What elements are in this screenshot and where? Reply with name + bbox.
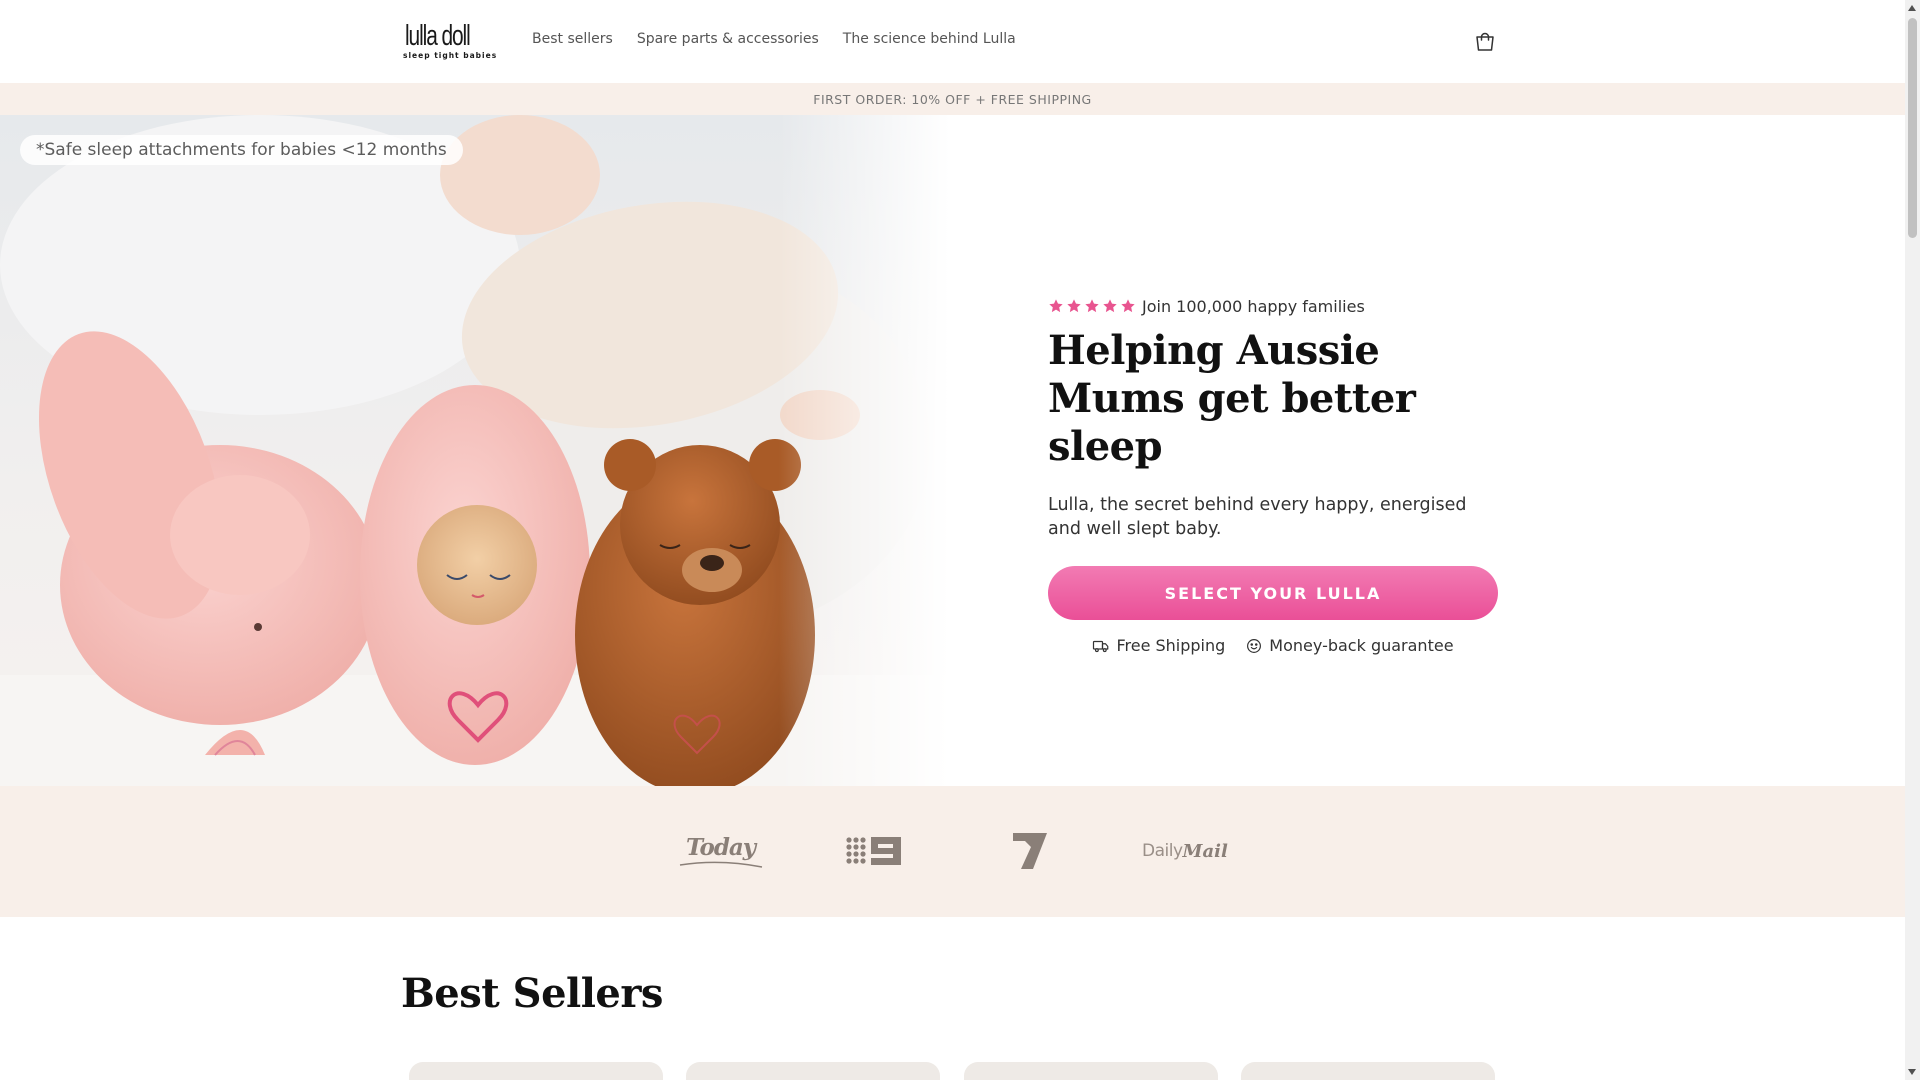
press-logos-bar: Today Daily Mail — [0, 786, 1905, 917]
select-lulla-button[interactable]: SELECT YOUR LULLA — [1048, 566, 1498, 620]
nav-item-science[interactable]: The science behind Lulla — [843, 31, 1016, 47]
today-show-logo: Today — [678, 828, 764, 874]
star-icon — [1121, 299, 1135, 313]
best-sellers-heading: Best Sellers — [401, 970, 663, 1017]
star-icon — [1085, 299, 1099, 313]
product-card[interactable] — [409, 1062, 663, 1080]
scroll-up-arrow-icon[interactable] — [1908, 5, 1916, 11]
product-card[interactable] — [1241, 1062, 1495, 1080]
hero-image: *Safe sleep attachments for babies <12 m… — [0, 115, 950, 786]
scroll-down-arrow-icon[interactable] — [1908, 1069, 1916, 1075]
daily-mail-text-b: Mail — [1182, 840, 1228, 862]
product-card[interactable] — [964, 1062, 1218, 1080]
nav-item-spare-parts[interactable]: Spare parts & accessories — [637, 31, 819, 47]
main-nav: Best sellers Spare parts & accessories T… — [532, 31, 1040, 47]
star-icon — [1067, 299, 1081, 313]
logo-tagline: sleep tight babies — [403, 51, 498, 60]
cart-icon[interactable] — [1473, 30, 1497, 54]
perk-free-shipping: Free Shipping — [1092, 636, 1225, 655]
nav-item-best-sellers[interactable]: Best sellers — [532, 31, 613, 47]
smile-icon — [1247, 638, 1262, 653]
hero-copy: Join 100,000 happy families Helping Auss… — [1048, 295, 1503, 655]
channel-seven-logo — [1010, 828, 1050, 874]
scrollbar-thumb[interactable] — [1908, 18, 1917, 238]
daily-mail-text-a: Daily — [1142, 841, 1183, 861]
announcement-bar: FIRST ORDER: 10% OFF + FREE SHIPPING — [0, 83, 1905, 115]
hero-section: *Safe sleep attachments for babies <12 m… — [0, 115, 1905, 786]
perk-money-back: Money-back guarantee — [1245, 636, 1454, 655]
star-icon — [1049, 299, 1063, 313]
perk-label: Money-back guarantee — [1269, 636, 1454, 655]
logo-wordmark: lulla doll — [405, 20, 471, 52]
rating-row: Join 100,000 happy families — [1048, 295, 1503, 317]
product-card[interactable] — [686, 1062, 940, 1080]
hero-title: Helping Aussie Mums get better sleep — [1048, 327, 1416, 470]
daily-mail-logo: Daily Mail — [1142, 828, 1228, 874]
today-logo-text: Today — [686, 834, 756, 861]
perk-label: Free Shipping — [1116, 636, 1226, 655]
announcement-text: FIRST ORDER: 10% OFF + FREE SHIPPING — [813, 91, 1092, 107]
brand-logo[interactable]: lulla doll sleep tight babies — [401, 20, 497, 64]
perks-row: Free Shipping Money-back guarantee — [1048, 636, 1498, 655]
channel-nine-logo — [845, 828, 905, 874]
hero-subtitle: Lulla, the secret behind every happy, en… — [1048, 495, 1467, 539]
safe-sleep-text: *Safe sleep attachments for babies <12 m… — [36, 140, 447, 160]
star-icon — [1103, 299, 1117, 313]
star-rating — [1048, 298, 1136, 314]
truck-icon — [1093, 640, 1109, 652]
site-header: lulla doll sleep tight babies Best selle… — [0, 0, 1905, 83]
safe-sleep-note: *Safe sleep attachments for babies <12 m… — [20, 135, 463, 165]
rating-text: Join 100,000 happy families — [1142, 296, 1365, 316]
page-scrollbar[interactable] — [1905, 0, 1920, 1080]
